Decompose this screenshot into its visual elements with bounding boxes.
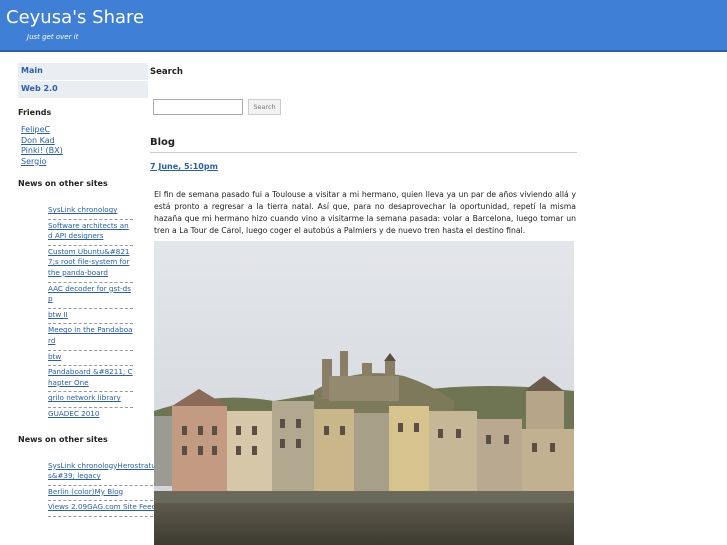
news-link[interactable]: AAC decoder for gst-dsp: [48, 283, 133, 309]
news-link[interactable]: SysLink chronology: [48, 204, 133, 220]
news-list: SysLink chronology Software architects a…: [48, 204, 133, 423]
news-link[interactable]: Software architects and API designers: [48, 220, 133, 246]
news-list-2: SysLink chronologyHerostratus&#39; legac…: [48, 460, 158, 517]
news-link[interactable]: Views 2.09GAG.com Site Feed: [48, 501, 158, 517]
news-link[interactable]: Custom Ubuntu&#8217;s root file-system f…: [48, 246, 133, 283]
sidebar: Main Web 2.0 Friends FelipeC Don Kad Pin…: [18, 63, 158, 517]
site-tagline: Just get over it: [27, 33, 79, 41]
friend-link[interactable]: Pinki! (BX): [21, 146, 150, 157]
search-heading: Search: [150, 67, 183, 77]
blog-heading: Blog: [150, 137, 577, 153]
news-link[interactable]: SysLink chronologyHerostratus&#39; legac…: [48, 460, 158, 486]
news-link[interactable]: Berlin (color)My Blog: [48, 486, 158, 502]
site-title[interactable]: Ceyusa's Share: [6, 7, 144, 28]
post-photo[interactable]: [154, 241, 574, 545]
news-heading: News on other sites: [18, 179, 108, 188]
search-input[interactable]: [153, 99, 243, 115]
news-link[interactable]: Meego in the Pandaboard: [48, 324, 133, 351]
news-link[interactable]: btw II: [48, 309, 133, 325]
search-button[interactable]: Search: [248, 99, 281, 115]
friend-link[interactable]: Don Kad: [21, 136, 150, 147]
friends-list: FelipeC Don Kad Pinki! (BX) Sergio: [18, 125, 150, 167]
post-date-link[interactable]: 7 June, 5:10pm: [150, 162, 577, 171]
search-form: Search: [150, 99, 577, 115]
nav-item-main[interactable]: Main: [18, 63, 148, 80]
news-heading-2: News on other sites: [18, 434, 108, 444]
news-link[interactable]: GUADEC 2010: [48, 408, 133, 423]
news-link[interactable]: grilo network library: [48, 392, 133, 408]
nav-item-web20[interactable]: Web 2.0: [18, 81, 148, 98]
main-content: Search Search Blog 7 June, 5:10pm El fin…: [150, 67, 577, 237]
friends-heading: Friends: [18, 108, 52, 117]
friend-link[interactable]: FelipeC: [21, 125, 150, 136]
news-link[interactable]: btw: [48, 351, 133, 367]
post-body: El fin de semana pasado fui a Toulouse a…: [154, 190, 576, 235]
friend-link[interactable]: Sergio: [21, 157, 150, 168]
site-header: Ceyusa's Share Just get over it: [0, 0, 727, 52]
news-link[interactable]: Pandaboard &#8211; Chapter One: [48, 366, 133, 393]
